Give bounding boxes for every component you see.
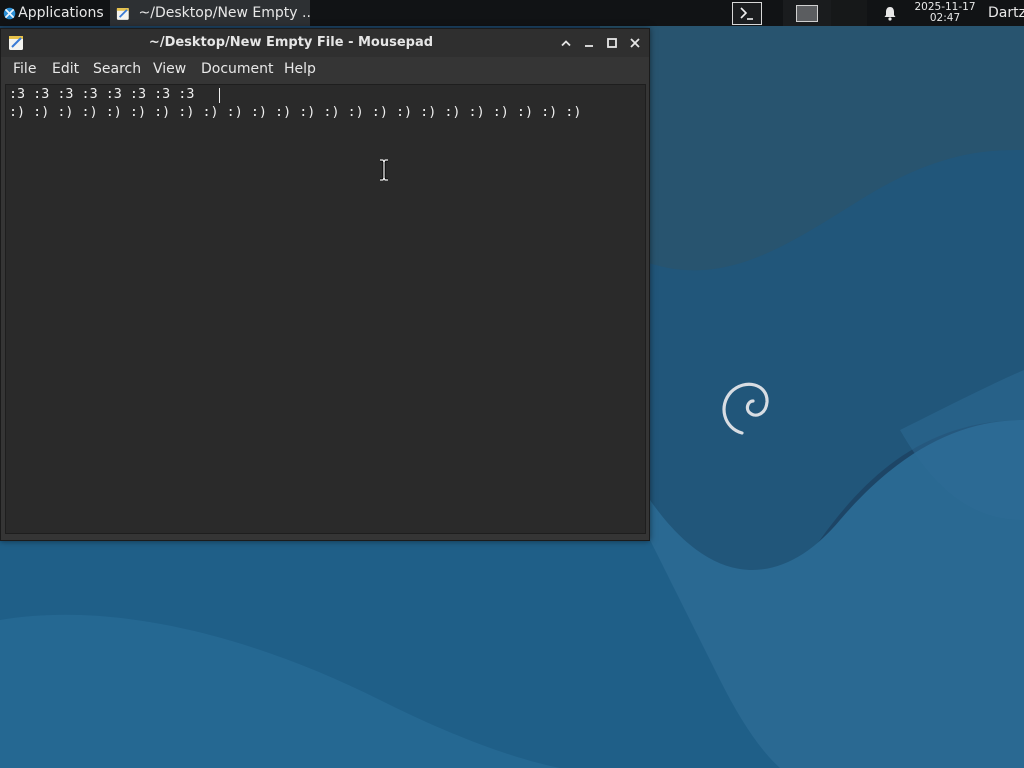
maximize-icon [607,38,617,48]
menu-edit[interactable]: Edit [52,57,79,82]
text-caret [219,88,220,103]
terminal-icon [731,1,762,25]
menu-help[interactable]: Help [284,57,316,82]
taskbar-mousepad-button[interactable]: ~/Desktop/New Empty ... [110,0,310,26]
notifications-button[interactable] [880,0,900,26]
close-icon [630,38,640,48]
menu-search[interactable]: Search [93,57,141,82]
clock-time: 02:47 [929,12,961,24]
workspace-1-button[interactable] [783,0,831,26]
minimize-button[interactable] [580,34,598,52]
mousepad-icon [9,36,23,50]
clock[interactable]: 2025-11-17 02:47 [910,0,980,26]
shade-icon [561,40,571,47]
taskbar-window-title: ~/Desktop/New Empty ... [138,5,310,21]
applications-menu-button[interactable]: Applications ☰ [0,0,108,26]
bell-icon [884,6,896,21]
menu-file[interactable]: File [13,57,36,82]
menu-document[interactable]: Document [201,57,274,82]
window-title: ~/Desktop/New Empty File - Mousepad [148,35,434,50]
workspace-icon [796,4,818,22]
text-editor-area[interactable]: :3 :3 :3 :3 :3 :3 :3 :3 :) :) :) :) :) :… [5,84,646,534]
mousepad-window: ~/Desktop/New Empty File - Mousepad File… [0,28,650,541]
menu-bar: File Edit Search View Document Help [1,57,649,82]
menu-view[interactable]: View [153,57,186,82]
top-panel: Applications ☰ ~/Desktop/New Empty ... 2… [0,0,1024,26]
user-menu[interactable]: Dartz [988,0,1024,26]
close-button[interactable] [626,34,644,52]
mousepad-icon [116,7,129,20]
editor-line: :3 :3 :3 :3 :3 :3 :3 :3 [9,87,195,102]
editor-line: :) :) :) :) :) :) :) :) :) :) :) :) :) :… [9,105,582,120]
window-titlebar[interactable]: ~/Desktop/New Empty File - Mousepad [1,29,649,57]
xfce-icon [3,7,16,19]
applications-label: Applications ☰ [18,5,108,21]
workspace-2-button[interactable] [831,0,867,26]
shade-button[interactable] [557,34,575,52]
minimize-icon [585,45,593,47]
terminal-launcher-button[interactable] [730,1,763,25]
maximize-button[interactable] [603,34,621,52]
ibeam-cursor-icon [380,159,388,181]
